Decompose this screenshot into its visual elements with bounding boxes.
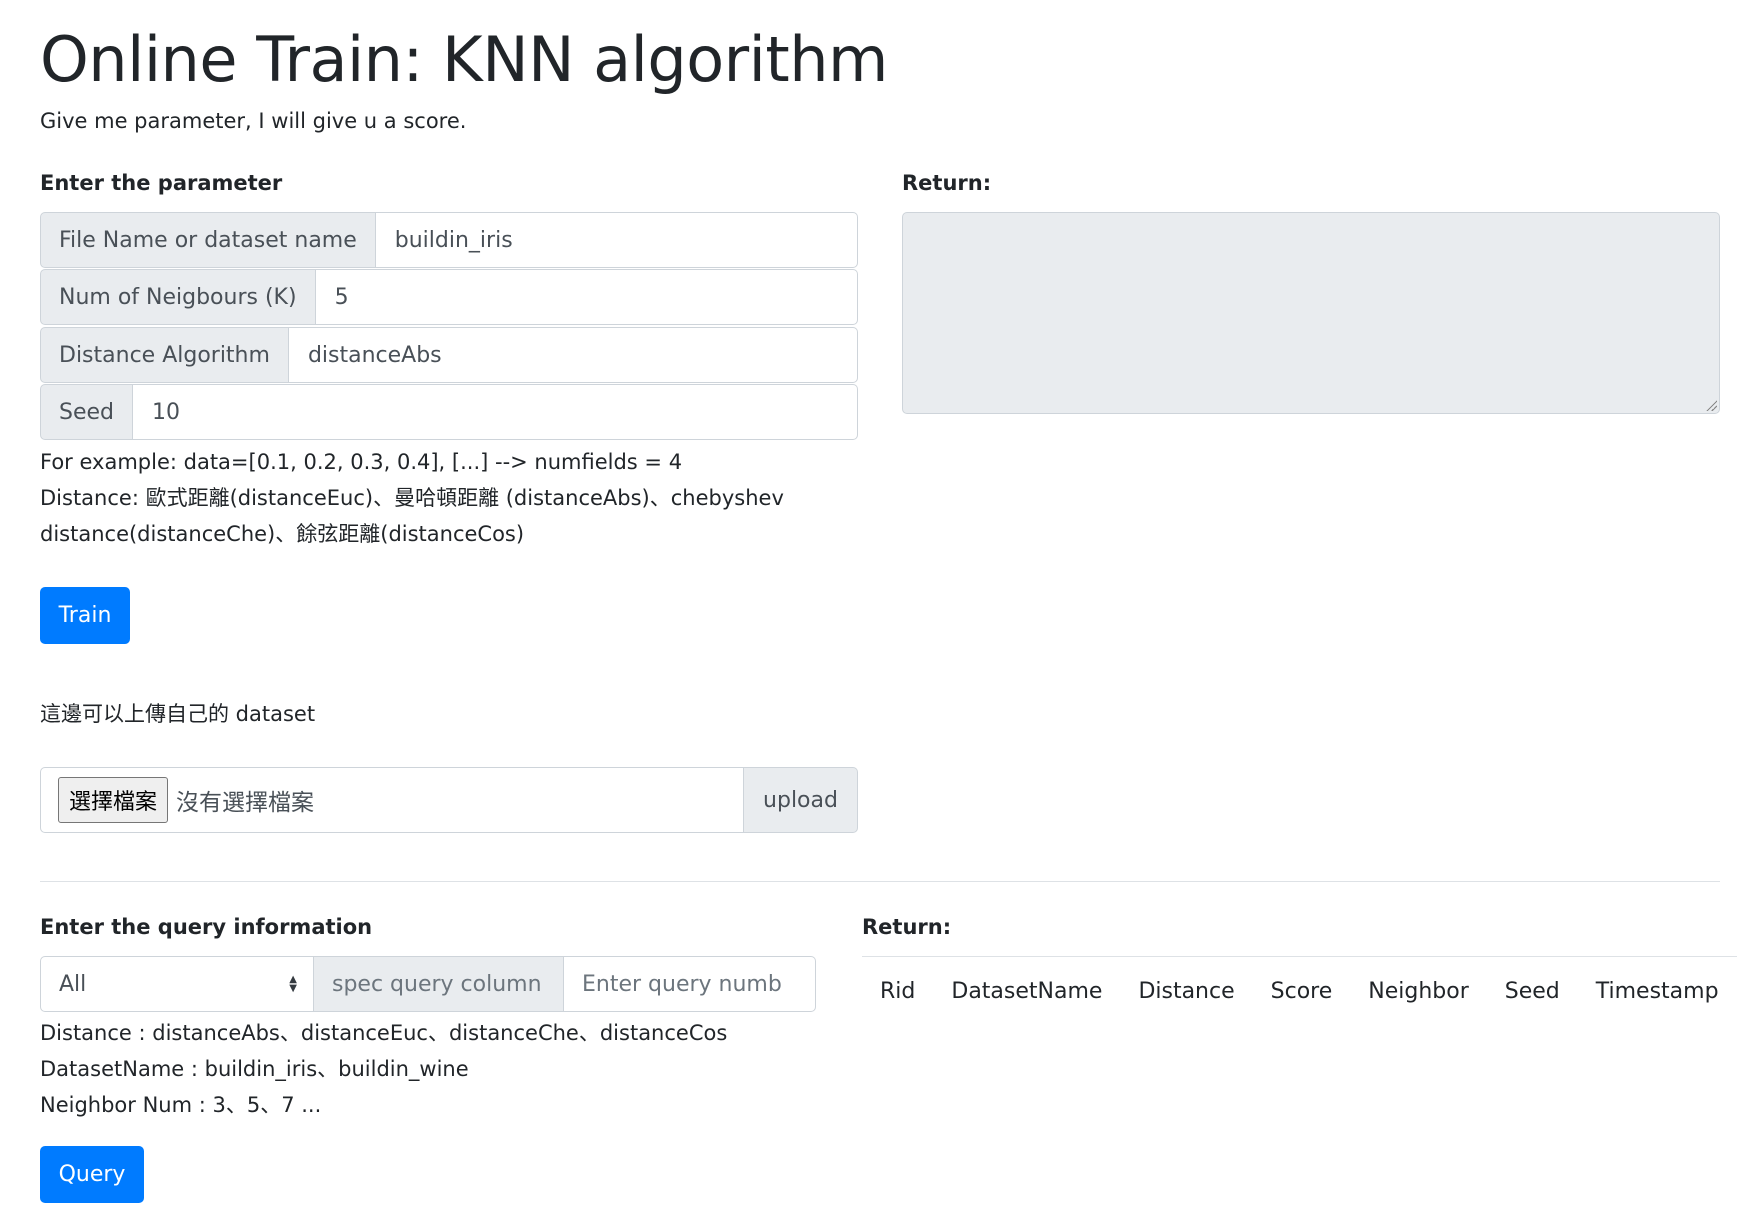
- train-return-heading: Return:: [902, 171, 992, 195]
- resize-grip-icon[interactable]: [1705, 399, 1717, 411]
- field-distance-label: Distance Algorithm: [40, 327, 289, 383]
- no-file-text: 沒有選擇檔案: [176, 790, 315, 816]
- section-divider: [40, 881, 1720, 882]
- train-help-line: distance(distanceChe)、餘弦距離(distanceCos): [40, 522, 525, 546]
- upload-group: 選擇檔案 沒有選擇檔案 upload: [40, 767, 858, 833]
- field-seed: Seed 10: [40, 384, 858, 440]
- column-header-timestamp[interactable]: Timestamp: [1578, 957, 1737, 1029]
- train-return-textarea[interactable]: [902, 212, 1720, 414]
- query-return-heading: Return:: [862, 915, 952, 939]
- train-form-heading: Enter the parameter: [40, 171, 283, 195]
- column-header-seed[interactable]: Seed: [1487, 957, 1578, 1029]
- select-arrows-icon: ▲ ▼: [289, 974, 297, 994]
- results-table: Rid DatasetName Distance Score Neighbor …: [862, 956, 1737, 1028]
- query-button[interactable]: Query: [40, 1146, 144, 1203]
- query-select-value: All: [59, 971, 87, 997]
- query-help-line: DatasetName : buildin_iris、buildin_wine: [40, 1057, 469, 1081]
- query-group: All ▲ ▼ spec query column Enter query num…: [40, 956, 816, 1012]
- column-header-neighbor[interactable]: Neighbor: [1350, 957, 1486, 1029]
- column-header-score[interactable]: Score: [1253, 957, 1351, 1029]
- query-help-line: Neighbor Num : 3、5、7 ...: [40, 1093, 322, 1117]
- choose-file-button[interactable]: 選擇檔案: [58, 777, 169, 823]
- query-help-text: Distance : distanceAbs、distanceEuc、dista…: [40, 1015, 860, 1123]
- table-header-row: Rid DatasetName Distance Score Neighbor …: [862, 957, 1737, 1029]
- train-help-text: For example: data=[0.1, 0.2, 0.3, 0.4], …: [40, 444, 860, 552]
- train-help-line: For example: data=[0.1, 0.2, 0.3, 0.4], …: [40, 450, 683, 474]
- page-subtitle: Give me parameter, I will give u a score…: [40, 109, 467, 133]
- query-help-line: Distance : distanceAbs、distanceEuc、dista…: [40, 1021, 728, 1045]
- field-neighbours: Num of Neigbours (K) 5: [40, 269, 858, 325]
- seed-input[interactable]: 10: [133, 384, 858, 440]
- neighbours-input[interactable]: 5: [315, 269, 858, 325]
- query-column-input[interactable]: spec query column: [314, 956, 564, 1012]
- column-header-rid[interactable]: Rid: [862, 957, 933, 1029]
- upload-label: 這邊可以上傳自己的 dataset: [40, 702, 316, 726]
- page: Online Train: KNN algorithm Give me para…: [0, 0, 1764, 1213]
- query-form-heading: Enter the query information: [40, 915, 373, 939]
- query-number-input[interactable]: Enter query numb: [564, 956, 816, 1012]
- column-header-dataset-name[interactable]: DatasetName: [933, 957, 1120, 1029]
- field-file-name-label: File Name or dataset name: [40, 212, 376, 268]
- page-title: Online Train: KNN algorithm: [40, 23, 888, 96]
- upload-button[interactable]: upload: [744, 767, 858, 833]
- field-file-name: File Name or dataset name buildin_iris: [40, 212, 858, 268]
- field-seed-label: Seed: [40, 384, 133, 440]
- query-select[interactable]: All ▲ ▼: [40, 956, 314, 1012]
- train-button[interactable]: Train: [40, 587, 130, 644]
- field-neighbours-label: Num of Neigbours (K): [40, 269, 316, 325]
- distance-input[interactable]: distanceAbs: [288, 327, 858, 383]
- column-header-distance[interactable]: Distance: [1120, 957, 1252, 1029]
- file-name-input[interactable]: buildin_iris: [375, 212, 858, 268]
- field-distance: Distance Algorithm distanceAbs: [40, 327, 858, 383]
- file-input[interactable]: 選擇檔案 沒有選擇檔案: [40, 767, 744, 833]
- train-help-line: Distance: 歐式距離(distanceEuc)、曼哈頓距離 (dista…: [40, 486, 784, 510]
